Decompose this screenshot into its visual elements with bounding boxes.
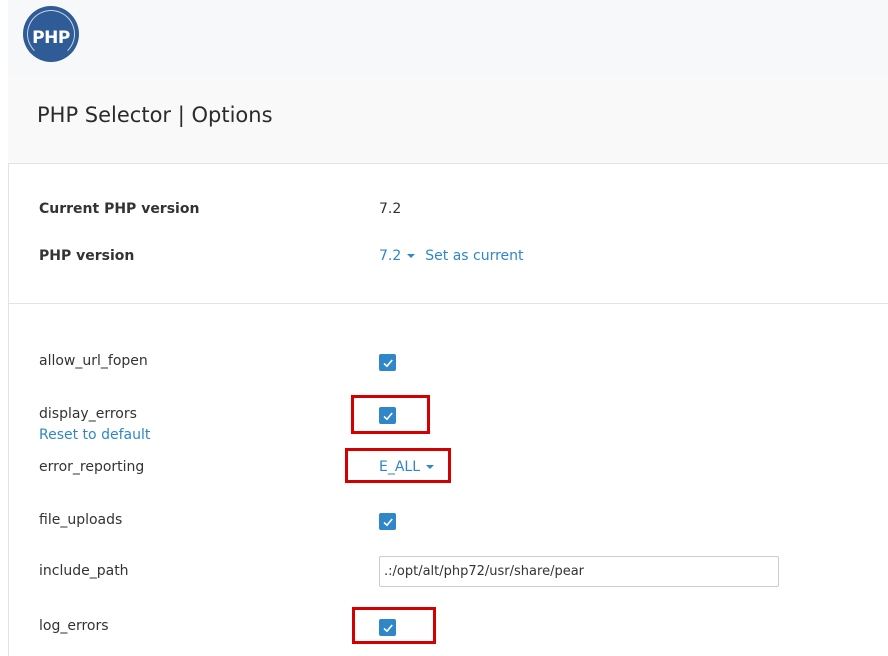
current-version-label: Current PHP version xyxy=(39,201,200,217)
check-icon xyxy=(382,517,393,526)
current-version-value: 7.2 xyxy=(379,201,402,217)
error-reporting-label: error_reporting xyxy=(39,459,145,475)
display-errors-label: display_errors xyxy=(39,406,137,422)
check-icon xyxy=(382,358,393,367)
php-version-dropdown[interactable]: 7.2 Set as current xyxy=(379,248,524,264)
check-icon xyxy=(382,623,393,632)
error-reporting-dropdown[interactable]: E_ALL xyxy=(379,459,435,475)
page-title: PHP Selector | Options xyxy=(37,103,273,127)
include-path-label: include_path xyxy=(39,563,129,579)
logo-text: PHP xyxy=(32,28,70,48)
reset-to-default-link[interactable]: Reset to default xyxy=(39,427,150,443)
php-version-label: PHP version xyxy=(39,248,135,264)
display-errors-checkbox[interactable] xyxy=(379,407,396,424)
log-errors-checkbox[interactable] xyxy=(379,619,396,636)
caret-down-icon xyxy=(407,254,416,258)
log-errors-label: log_errors xyxy=(39,618,109,634)
set-as-current-link[interactable]: Set as current xyxy=(425,248,523,264)
caret-down-icon xyxy=(426,465,435,469)
file-uploads-checkbox[interactable] xyxy=(379,513,396,530)
error-reporting-value[interactable]: E_ALL xyxy=(379,459,420,475)
file-uploads-label: file_uploads xyxy=(39,512,123,528)
check-icon xyxy=(382,411,393,420)
php-version-value[interactable]: 7.2 xyxy=(379,248,401,264)
php-logo-icon[interactable]: PHP xyxy=(23,6,79,62)
allow-url-fopen-label: allow_url_fopen xyxy=(39,353,148,369)
section-divider xyxy=(9,303,888,304)
include-path-input[interactable] xyxy=(379,556,779,587)
allow-url-fopen-checkbox[interactable] xyxy=(379,354,396,371)
top-bar xyxy=(8,0,888,76)
